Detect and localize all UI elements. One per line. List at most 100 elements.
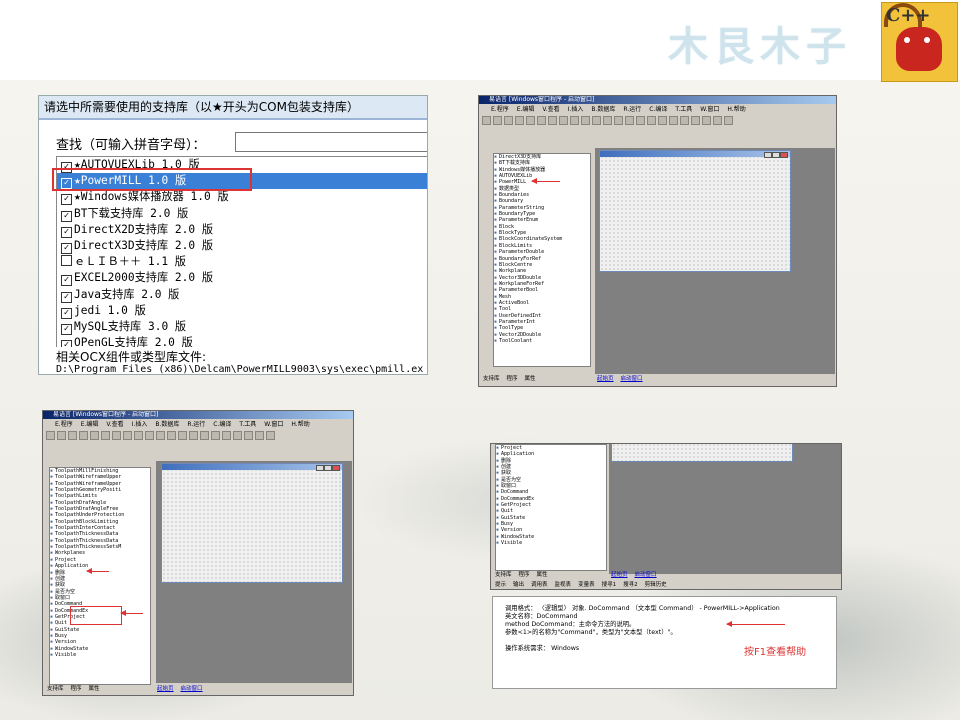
bottom-tabs: 支持库 程序 属性 xyxy=(47,685,107,693)
search-input[interactable] xyxy=(235,132,427,152)
tab-支持库[interactable]: 支持库 xyxy=(47,686,64,692)
menu-item[interactable]: I.插入 xyxy=(132,421,148,428)
checkbox[interactable]: ✓ xyxy=(61,242,72,254)
library-item[interactable]: ✓ OPenGL支持库 2.0 版 xyxy=(57,335,427,347)
tree-node[interactable]: Visible xyxy=(50,652,150,658)
red-arrow xyxy=(86,568,109,574)
menu-item[interactable]: B.数据库 xyxy=(591,106,615,113)
red-arrow xyxy=(120,610,143,616)
close-icon[interactable] xyxy=(332,465,340,471)
menu-item[interactable]: E.程序 xyxy=(491,106,509,113)
tab-监视表[interactable]: 监视表 xyxy=(555,582,572,588)
library-select-dialog: 请选中所需要使用的支持库（以★开头为COM包装支持库） 查找（可输入拼音字母）：… xyxy=(38,95,428,375)
menu-item[interactable]: C.编译 xyxy=(213,421,231,428)
tab-启动窗口[interactable]: 启动窗口 xyxy=(181,686,203,692)
menu-item[interactable]: T.工具 xyxy=(675,106,692,113)
library-item-label: Java支持库 2.0 版 xyxy=(74,287,180,301)
menu-item[interactable]: E.程序 xyxy=(55,421,73,428)
menu-item[interactable]: I.插入 xyxy=(568,106,584,113)
tab-属性[interactable]: 属性 xyxy=(537,572,548,578)
tree-node[interactable]: ToolCoolant xyxy=(494,338,590,344)
maximize-icon[interactable] xyxy=(772,152,780,158)
menu-item[interactable]: W.窗口 xyxy=(700,106,719,113)
menu-item[interactable]: V.查看 xyxy=(542,106,559,113)
bull-mascot-icon xyxy=(896,27,942,71)
library-item[interactable]: ✓ DirectX2D支持库 2.0 版 xyxy=(57,222,427,238)
close-icon[interactable] xyxy=(780,152,788,158)
startup-form[interactable] xyxy=(161,463,343,583)
library-tree[interactable]: ToolpathMillFinishingToolpathWireframeUp… xyxy=(49,467,151,685)
toolbar xyxy=(45,430,351,440)
menu-item[interactable]: R.运行 xyxy=(187,421,205,428)
menu-item[interactable]: C.编译 xyxy=(649,106,667,113)
tab-搜寻2[interactable]: 搜寻2 xyxy=(623,582,638,588)
startup-form[interactable] xyxy=(599,150,791,272)
library-item[interactable]: ✓ jedi 1.0 版 xyxy=(57,303,427,319)
checkbox[interactable]: ✓ xyxy=(61,275,72,287)
library-item[interactable]: ✓ MySQL支持库 3.0 版 xyxy=(57,319,427,335)
library-tree[interactable]: ProjectApplication删除创建获取是否为空取窗口DoCommand… xyxy=(495,444,607,571)
tab-启动窗口[interactable]: 启动窗口 xyxy=(635,572,657,578)
tab-搜寻1[interactable]: 搜寻1 xyxy=(602,582,617,588)
tab-支持库[interactable]: 支持库 xyxy=(495,572,512,578)
tab-程序[interactable]: 程序 xyxy=(507,376,518,382)
logo-text: 木艮木子 xyxy=(668,23,852,70)
checkbox[interactable]: ✓ xyxy=(61,210,72,222)
menu-item[interactable]: E.编辑 xyxy=(517,106,535,113)
checkbox[interactable]: ✓ xyxy=(61,323,72,335)
library-item[interactable]: ✓ DirectX3D支持库 2.0 版 xyxy=(57,238,427,254)
checkbox[interactable]: ✓ xyxy=(61,340,72,347)
library-tree[interactable]: DirectX3D支持库BT下载支持库Windows媒体播放器AUTOVUEXL… xyxy=(493,153,591,367)
help-line: 英文名称：DoCommand xyxy=(505,613,578,620)
tab-起始页[interactable]: 起始页 xyxy=(611,572,628,578)
tab-起始页[interactable]: 起始页 xyxy=(597,376,614,382)
checkbox[interactable]: ✓ xyxy=(61,194,72,206)
tab-属性[interactable]: 属性 xyxy=(89,686,100,692)
tab-变量表[interactable]: 变量表 xyxy=(578,582,595,588)
ide-window-3: ProjectApplication删除创建获取是否为空取窗口DoCommand… xyxy=(490,443,842,590)
dialog-title: 请选中所需要使用的支持库（以★开头为COM包装支持库） xyxy=(39,96,427,118)
help-line: method DoCommand：主命令方法的说明。 xyxy=(505,621,636,628)
library-item[interactable]: ｅＬＩＢ＋＋ 1.1 版 xyxy=(57,254,427,270)
tab-启动窗口[interactable]: 启动窗口 xyxy=(621,376,643,382)
menu-item[interactable]: H.帮助 xyxy=(727,106,745,113)
menu-item[interactable]: H.帮助 xyxy=(291,421,309,428)
menu-item[interactable]: W.窗口 xyxy=(264,421,283,428)
library-item[interactable]: ✓ ★Windows媒体播放器 1.0 版 xyxy=(57,189,427,206)
menu-bar: E.程序 E.编辑 V.查看 I.插入 B.数据库 R.运行 C.编译 T.工具 W.窗口 H.帮… xyxy=(479,105,836,114)
library-item[interactable]: ✓ EXCEL2000支持库 2.0 版 xyxy=(57,270,427,287)
ide-window-1: 易语言 [Windows窗口程序 - 启动窗口] E.程序 E.编辑 V.查看 I.插… xyxy=(478,95,837,387)
red-arrow xyxy=(726,621,785,627)
checkbox[interactable] xyxy=(61,255,72,267)
form-caption xyxy=(162,464,342,470)
menu-item[interactable]: V.查看 xyxy=(106,421,123,428)
tab-调用表[interactable]: 调用表 xyxy=(531,582,548,588)
menu-item[interactable]: E.编辑 xyxy=(81,421,99,428)
library-item-label: DirectX3D支持库 2.0 版 xyxy=(74,238,214,252)
tab-输出[interactable]: 输出 xyxy=(513,582,524,588)
tab-程序[interactable]: 程序 xyxy=(519,572,530,578)
cpp-logo-badge: C++ xyxy=(881,2,958,82)
maximize-icon[interactable] xyxy=(324,465,332,471)
menu-item[interactable]: R.运行 xyxy=(623,106,641,113)
checkbox[interactable]: ✓ xyxy=(61,226,72,238)
library-item[interactable]: ✓ Java支持库 2.0 版 xyxy=(57,287,427,303)
checkbox[interactable]: ✓ xyxy=(61,291,72,303)
tab-剪辑历史[interactable]: 剪辑历史 xyxy=(645,582,667,588)
tab-程序[interactable]: 程序 xyxy=(71,686,82,692)
library-item[interactable]: ✓ BT下载支持库 2.0 版 xyxy=(57,206,427,222)
design-area xyxy=(609,444,841,574)
startup-form[interactable] xyxy=(611,444,793,462)
tab-起始页[interactable]: 起始页 xyxy=(157,686,174,692)
help-line: 参数<1>的名称为"Command"，类型为"文本型（text）"。 xyxy=(505,629,677,636)
tab-属性[interactable]: 属性 xyxy=(525,376,536,382)
minimize-icon[interactable] xyxy=(764,152,772,158)
tab-支持库[interactable]: 支持库 xyxy=(483,376,500,382)
minimize-icon[interactable] xyxy=(316,465,324,471)
checkbox[interactable]: ✓ xyxy=(61,307,72,319)
tree-node[interactable]: Visible xyxy=(496,540,606,546)
menu-item[interactable]: T.工具 xyxy=(239,421,256,428)
tab-提示[interactable]: 提示 xyxy=(495,582,506,588)
menu-item[interactable]: B.数据库 xyxy=(155,421,179,428)
library-item-label: ★Windows媒体播放器 1.0 版 xyxy=(74,190,229,204)
